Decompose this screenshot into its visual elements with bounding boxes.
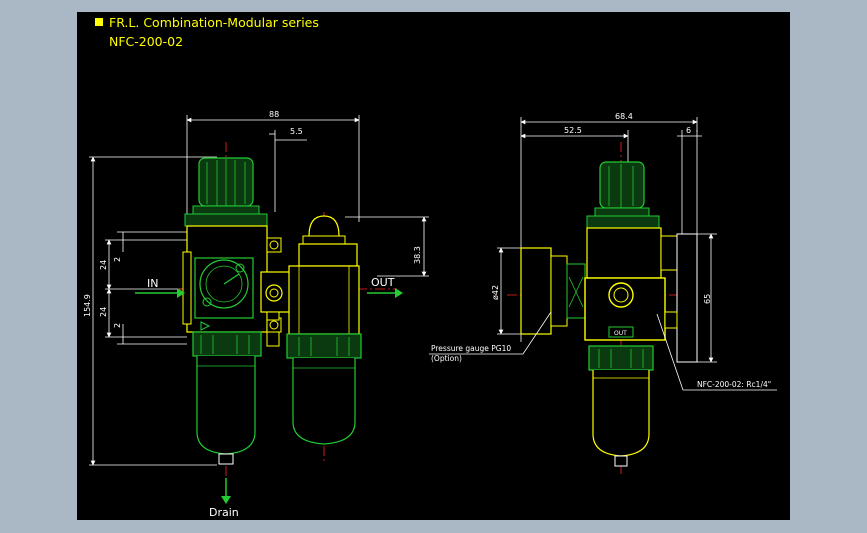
dim-side-height-right: 65 [703, 294, 712, 304]
dim-small-upper: 2 [113, 257, 122, 262]
side-regulator-knob [586, 161, 660, 229]
side-body [584, 227, 698, 467]
dim-pitch-lower: 24 [99, 307, 108, 317]
lubricator-body [286, 215, 362, 445]
drawing-svg: FR.L. Combination-Modular series NFC-200… [83, 15, 777, 519]
dim-width-top: 88 [269, 110, 279, 119]
dim-side-offset-mid: 52.5 [564, 126, 582, 135]
pressure-gauge [520, 247, 586, 335]
dim-height-total: 154.9 [83, 294, 92, 317]
label-gauge-line2: (Option) [431, 354, 462, 363]
dim-right-height: 38.3 [413, 246, 422, 264]
regulator-knob [184, 157, 268, 227]
dim-side-width-top: 68.4 [615, 112, 633, 121]
title-line1: FR.L. Combination-Modular series [109, 15, 319, 30]
dim-gauge-dia: ø42 [491, 285, 500, 300]
label-port-spec: NFC-200-02: Rc1/4" [697, 380, 771, 389]
label-outlet: OUT [371, 276, 395, 289]
side-out-badge: OUT [614, 330, 627, 337]
label-gauge-line1: Pressure gauge PG10 [431, 344, 511, 353]
dim-small-lower: 2 [113, 323, 122, 328]
title-line2: NFC-200-02 [109, 34, 183, 49]
label-drain: Drain [209, 506, 239, 519]
side-view: 68.4 52.5 6 65 ø42 [429, 112, 777, 474]
cad-drawing-canvas: FR.L. Combination-Modular series NFC-200… [77, 12, 790, 520]
dim-side-offset-right: 6 [686, 126, 691, 135]
dim-offset-top: 5.5 [290, 127, 303, 136]
filter-regulator-body [182, 225, 282, 465]
label-inlet: IN [147, 277, 158, 290]
dim-pitch-upper: 24 [99, 260, 108, 270]
title-bullet [95, 18, 103, 26]
front-view: 88 5.5 154.9 24 24 2 2 38.3 [83, 110, 429, 504]
